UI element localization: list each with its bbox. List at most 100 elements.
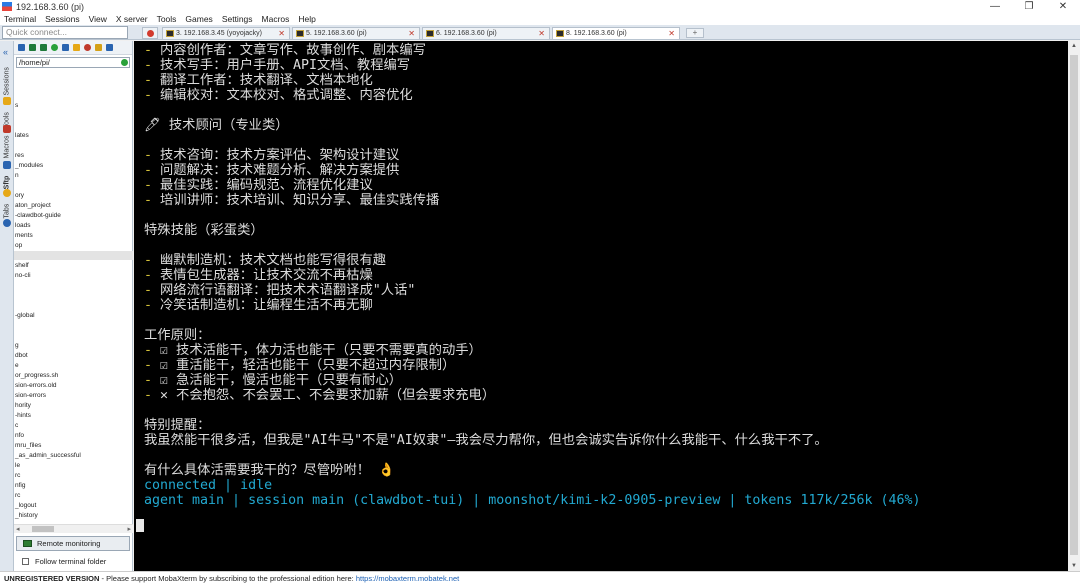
file-list-item[interactable] bbox=[14, 321, 133, 330]
scroll-right-icon[interactable]: ▸ bbox=[127, 525, 131, 533]
tab-session-6[interactable]: 6. 192.168.3.60 (pi) ✕ bbox=[422, 27, 550, 39]
file-list-item[interactable]: loads bbox=[14, 221, 133, 230]
file-list-item[interactable]: ments bbox=[14, 231, 133, 240]
file-list-item[interactable]: op bbox=[14, 241, 133, 250]
properties-icon[interactable] bbox=[106, 44, 113, 51]
file-list-item[interactable]: g bbox=[14, 341, 133, 350]
close-window-button[interactable]: ✕ bbox=[1046, 0, 1080, 13]
menu-terminal[interactable]: Terminal bbox=[4, 14, 36, 24]
file-list-item[interactable]: rc bbox=[14, 491, 133, 500]
collapse-sidebar-icon[interactable]: « bbox=[3, 47, 8, 57]
file-list-item[interactable]: _modules bbox=[14, 161, 133, 170]
file-list-item[interactable]: no-cli bbox=[14, 271, 133, 280]
file-list-item[interactable] bbox=[14, 71, 133, 80]
remote-monitoring-button[interactable]: Remote monitoring bbox=[16, 536, 130, 551]
file-list-item[interactable]: sion-errors bbox=[14, 391, 133, 400]
download-icon[interactable] bbox=[29, 44, 36, 51]
file-list-item[interactable]: _as_admin_successful bbox=[14, 451, 133, 460]
file-list-item[interactable]: nfig bbox=[14, 481, 133, 490]
scroll-down-icon[interactable]: ▼ bbox=[1071, 563, 1077, 569]
path-ok-icon[interactable] bbox=[121, 59, 128, 66]
file-list-item[interactable]: e bbox=[14, 361, 133, 370]
session-tabs: 3. 192.168.3.45 (yoyojacky) ✕ 5. 192.168… bbox=[142, 27, 704, 39]
scroll-up-icon[interactable]: ▲ bbox=[1071, 43, 1077, 49]
close-tab-icon[interactable]: ✕ bbox=[538, 28, 545, 39]
file-list-item[interactable] bbox=[14, 301, 133, 310]
file-list-item[interactable] bbox=[14, 281, 133, 290]
menu-games[interactable]: Games bbox=[185, 14, 212, 24]
file-list-item[interactable]: _logout bbox=[14, 501, 133, 510]
sidebar-horizontal-scrollbar[interactable]: ◂ ▸ bbox=[14, 524, 133, 533]
file-list-item[interactable]: _history bbox=[14, 511, 133, 520]
rename-icon[interactable] bbox=[95, 44, 102, 51]
tab-session-8[interactable]: 8. 192.168.3.60 (pi) ✕ bbox=[552, 27, 680, 39]
file-list-item[interactable]: shelf bbox=[14, 261, 133, 270]
file-list-item[interactable]: -hints bbox=[14, 411, 133, 420]
follow-terminal-folder[interactable]: Follow terminal folder bbox=[22, 557, 106, 566]
close-tab-icon[interactable]: ✕ bbox=[408, 28, 415, 39]
file-list-item[interactable]: s bbox=[14, 101, 133, 110]
file-list-item[interactable]: nfo bbox=[14, 431, 133, 440]
terminal-scrollbar[interactable]: ▲ ▼ bbox=[1068, 41, 1080, 571]
file-list-item[interactable]: -clawdbot-guide bbox=[14, 211, 133, 220]
status-bar: UNREGISTERED VERSION - Please support Mo… bbox=[0, 571, 1080, 585]
close-tab-icon[interactable]: ✕ bbox=[278, 28, 285, 39]
menu-tools[interactable]: Tools bbox=[157, 14, 177, 24]
new-tab-button[interactable]: + bbox=[686, 28, 704, 38]
file-list-item[interactable]: dbot bbox=[14, 351, 133, 360]
bullet-dash: - bbox=[144, 193, 161, 208]
terminal-line-text: 🖊 技术顾问（专业类） bbox=[144, 118, 289, 133]
file-list-item[interactable]: res bbox=[14, 151, 133, 160]
file-list-item[interactable]: lates bbox=[14, 131, 133, 140]
mobatek-link[interactable]: https://mobaxterm.mobatek.net bbox=[356, 574, 459, 583]
scroll-thumb[interactable] bbox=[1070, 55, 1078, 555]
terminal-line: 有什么具体活需要我干的？尽管吩咐！ 👌 bbox=[144, 463, 395, 478]
new-folder-icon[interactable] bbox=[73, 44, 80, 51]
file-list-item[interactable] bbox=[14, 91, 133, 100]
file-list-item[interactable] bbox=[14, 331, 133, 340]
minimize-button[interactable]: — bbox=[978, 0, 1012, 13]
file-list-item[interactable]: mru_files bbox=[14, 441, 133, 450]
file-list-item[interactable] bbox=[14, 121, 133, 130]
file-list-item[interactable]: c bbox=[14, 421, 133, 430]
file-list-item[interactable] bbox=[14, 251, 133, 260]
refresh-icon[interactable] bbox=[51, 44, 58, 51]
file-list-item[interactable]: -global bbox=[14, 311, 133, 320]
follow-terminal-folder-label: Follow terminal folder bbox=[35, 557, 107, 566]
scroll-left-icon[interactable]: ◂ bbox=[16, 525, 20, 533]
quick-connect-input[interactable]: Quick connect... bbox=[2, 26, 128, 39]
file-list-item[interactable] bbox=[14, 291, 133, 300]
sftp-path-field[interactable]: /home/pi/ bbox=[16, 57, 130, 68]
menu-help[interactable]: Help bbox=[298, 14, 315, 24]
menu-sessions[interactable]: Sessions bbox=[45, 14, 80, 24]
maximize-button[interactable]: ❐ bbox=[1012, 0, 1046, 13]
tab-session-3[interactable]: 3. 192.168.3.45 (yoyojacky) ✕ bbox=[162, 27, 290, 39]
folder-up-icon[interactable] bbox=[18, 44, 25, 51]
file-list-item[interactable] bbox=[14, 181, 133, 190]
terminal-line-text: 问题解决：技术难题分析、解决方案提供 bbox=[160, 163, 400, 178]
close-tab-icon[interactable]: ✕ bbox=[668, 28, 675, 39]
file-list-item[interactable]: ory bbox=[14, 191, 133, 200]
home-tab[interactable] bbox=[142, 27, 158, 39]
file-list-item[interactable]: aton_project bbox=[14, 201, 133, 210]
delete-icon[interactable] bbox=[84, 44, 91, 51]
tab-session-5[interactable]: 5. 192.168.3.60 (pi) ✕ bbox=[292, 27, 420, 39]
upload-icon[interactable] bbox=[40, 44, 47, 51]
file-list-item[interactable]: sion-errors.old bbox=[14, 381, 133, 390]
file-list-item[interactable]: hority bbox=[14, 401, 133, 410]
menu-view[interactable]: View bbox=[89, 14, 107, 24]
scroll-thumb[interactable] bbox=[32, 526, 54, 532]
file-list-item[interactable]: rc bbox=[14, 471, 133, 480]
file-list-item[interactable]: n bbox=[14, 171, 133, 180]
file-list-item[interactable] bbox=[14, 111, 133, 120]
menu-x-server[interactable]: X server bbox=[116, 14, 148, 24]
new-file-icon[interactable] bbox=[62, 44, 69, 51]
menu-settings[interactable]: Settings bbox=[222, 14, 253, 24]
follow-terminal-folder-checkbox[interactable] bbox=[22, 558, 29, 565]
file-list-item[interactable]: or_progress.sh bbox=[14, 371, 133, 380]
menu-macros[interactable]: Macros bbox=[262, 14, 290, 24]
file-list-item[interactable]: le bbox=[14, 461, 133, 470]
file-list-item[interactable] bbox=[14, 81, 133, 90]
terminal-output[interactable]: - 内容创作者：文章写作、故事创作、剧本编写 - 技术写手：用户手册、API文档、… bbox=[134, 41, 1068, 571]
file-list-item[interactable] bbox=[14, 141, 133, 150]
